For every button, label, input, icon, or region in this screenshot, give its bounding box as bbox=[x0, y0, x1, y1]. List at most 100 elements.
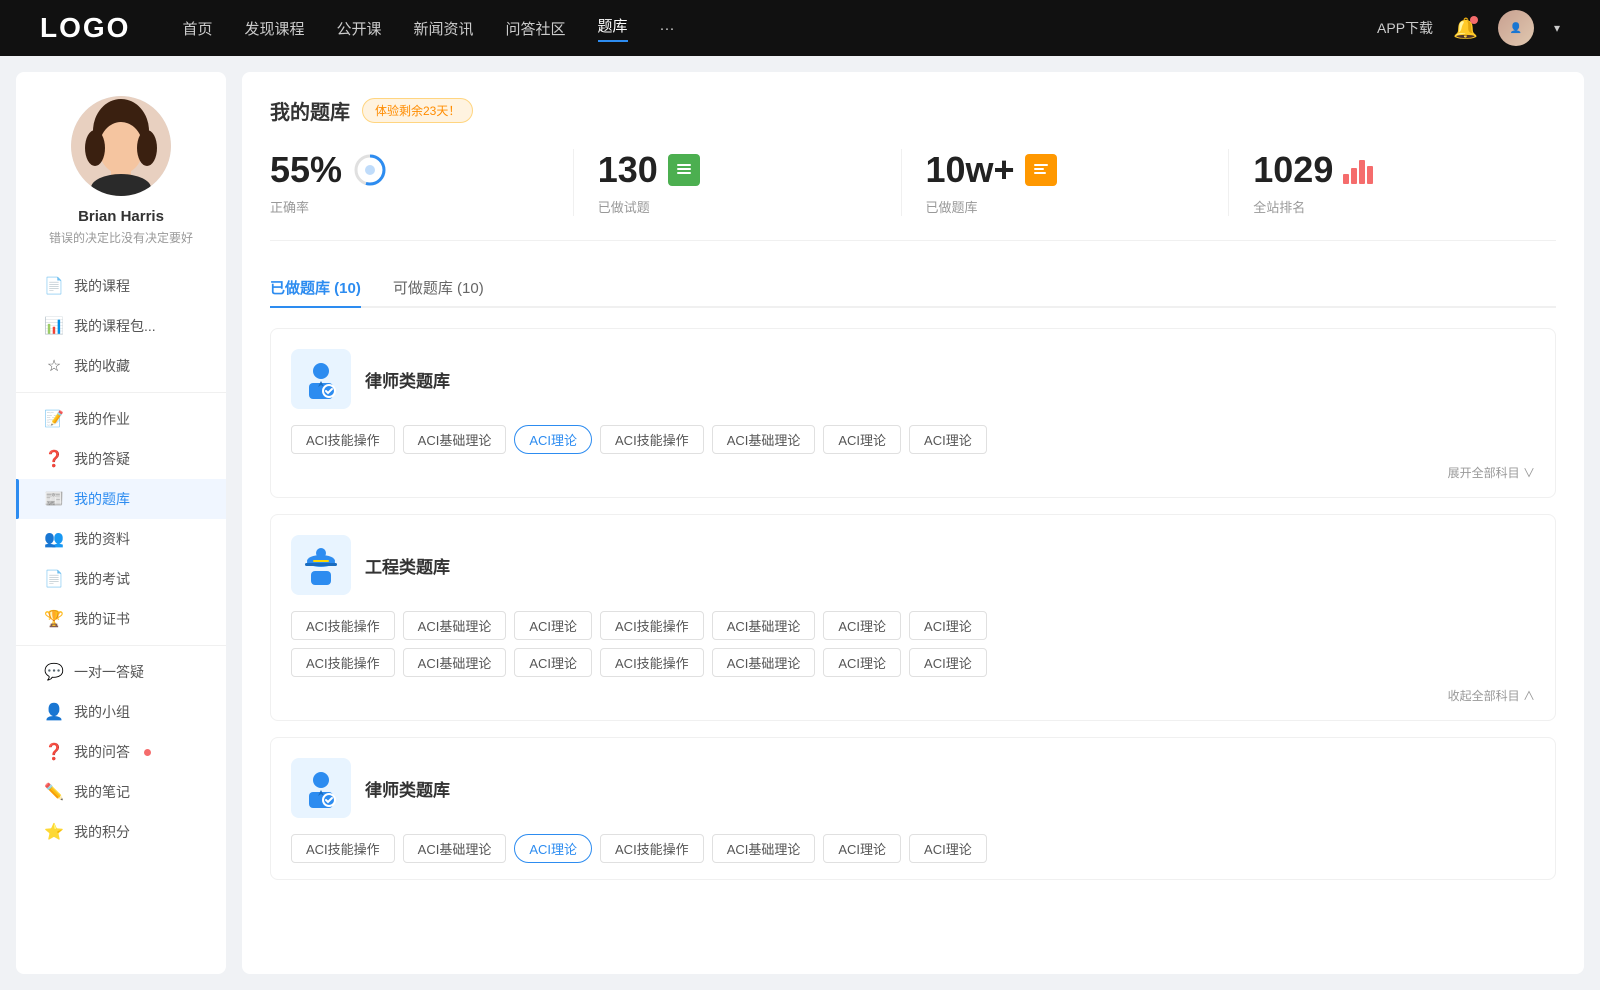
sidebar-menu: 📄 我的课程 📊 我的课程包... ☆ 我的收藏 📝 我的作业 ❓ 我的答疑 � bbox=[16, 266, 226, 852]
stat-ranking: 1029 全站排名 bbox=[1229, 149, 1556, 216]
tag-1-r2-5[interactable]: ACI理论 bbox=[823, 648, 901, 677]
qbank-title-lawyer-1: 律师类题库 bbox=[365, 367, 450, 392]
main-layout: Brian Harris 错误的决定比没有决定要好 📄 我的课程 📊 我的课程包… bbox=[0, 56, 1600, 990]
tag-2-0[interactable]: ACI技能操作 bbox=[291, 834, 395, 863]
qa-red-dot bbox=[144, 749, 151, 756]
tab-done-banks[interactable]: 已做题库 (10) bbox=[270, 269, 361, 308]
user-avatar[interactable]: 👤 bbox=[1498, 10, 1534, 46]
my-group-icon: 👤 bbox=[44, 702, 64, 722]
qbank-tags-engineer-row2: ACI技能操作 ACI基础理论 ACI理论 ACI技能操作 ACI基础理论 AC… bbox=[291, 648, 1535, 677]
stat-accuracy: 55% 正确率 bbox=[270, 149, 574, 216]
sidebar-item-my-qa[interactable]: ❓ 我的问答 bbox=[16, 732, 226, 772]
homework-icon: 📝 bbox=[44, 409, 64, 429]
stats-row: 55% 正确率 130 bbox=[270, 149, 1556, 241]
tag-1-r2-0[interactable]: ACI技能操作 bbox=[291, 648, 395, 677]
tag-1-r2-1[interactable]: ACI基础理论 bbox=[403, 648, 507, 677]
qbank-card-lawyer-1: 律师类题库 ACI技能操作 ACI基础理论 ACI理论 ACI技能操作 ACI基… bbox=[270, 328, 1556, 498]
tag-0-3[interactable]: ACI技能操作 bbox=[600, 425, 704, 454]
sidebar-item-question-bank[interactable]: 📰 我的题库 bbox=[16, 479, 226, 519]
tag-1-2[interactable]: ACI理论 bbox=[514, 611, 592, 640]
question-bank-icon: 📰 bbox=[44, 489, 64, 509]
tag-1-0[interactable]: ACI技能操作 bbox=[291, 611, 395, 640]
tag-1-4[interactable]: ACI基础理论 bbox=[712, 611, 816, 640]
tag-0-1[interactable]: ACI基础理论 bbox=[403, 425, 507, 454]
tag-1-1[interactable]: ACI基础理论 bbox=[403, 611, 507, 640]
done-questions-icon bbox=[668, 154, 700, 186]
tag-2-5[interactable]: ACI理论 bbox=[823, 834, 901, 863]
sidebar-avatar bbox=[71, 96, 171, 196]
accuracy-chart-icon bbox=[352, 152, 388, 188]
lawyer-icon-1 bbox=[291, 349, 351, 409]
my-qa-icon: ❓ bbox=[44, 742, 64, 762]
profile-icon: 👥 bbox=[44, 529, 64, 549]
tag-1-6[interactable]: ACI理论 bbox=[909, 611, 987, 640]
qbank-tags-lawyer-1: ACI技能操作 ACI基础理论 ACI理论 ACI技能操作 ACI基础理论 AC… bbox=[291, 425, 1535, 454]
one-on-one-icon: 💬 bbox=[44, 662, 64, 682]
nav-discover[interactable]: 发现课程 bbox=[244, 18, 304, 39]
stat-accuracy-value: 55% bbox=[270, 149, 342, 191]
stat-done-questions: 130 已做试题 bbox=[574, 149, 902, 216]
expand-lawyer-1[interactable]: 展开全部科目 ∨ bbox=[291, 464, 1535, 481]
qbank-tags-lawyer-2: ACI技能操作 ACI基础理论 ACI理论 ACI技能操作 ACI基础理论 AC… bbox=[291, 834, 1535, 863]
nav-news[interactable]: 新闻资讯 bbox=[414, 18, 474, 39]
sidebar-item-exam[interactable]: 📄 我的考试 bbox=[16, 559, 226, 599]
sidebar-item-points[interactable]: ⭐ 我的积分 bbox=[16, 812, 226, 852]
nav-home[interactable]: 首页 bbox=[182, 18, 212, 39]
tag-1-r2-6[interactable]: ACI理论 bbox=[909, 648, 987, 677]
lawyer-icon-2 bbox=[291, 758, 351, 818]
sidebar-item-my-group[interactable]: 👤 我的小组 bbox=[16, 692, 226, 732]
tag-2-6[interactable]: ACI理论 bbox=[909, 834, 987, 863]
nav-qa[interactable]: 问答社区 bbox=[506, 18, 566, 39]
tag-1-5[interactable]: ACI理论 bbox=[823, 611, 901, 640]
tag-2-2[interactable]: ACI理论 bbox=[514, 834, 592, 863]
sidebar-item-my-course[interactable]: 📄 我的课程 bbox=[16, 266, 226, 306]
tab-available-banks[interactable]: 可做题库 (10) bbox=[393, 269, 484, 308]
tag-1-3[interactable]: ACI技能操作 bbox=[600, 611, 704, 640]
nav-open-course[interactable]: 公开课 bbox=[336, 18, 381, 39]
ranking-icon bbox=[1343, 154, 1375, 186]
page-title: 我的题库 bbox=[270, 96, 350, 125]
qbank-title-engineer: 工程类题库 bbox=[365, 553, 450, 578]
user-menu-chevron[interactable]: ▾ bbox=[1554, 21, 1560, 35]
tag-2-4[interactable]: ACI基础理论 bbox=[712, 834, 816, 863]
tag-2-1[interactable]: ACI基础理论 bbox=[403, 834, 507, 863]
qbank-card-engineer: 工程类题库 ACI技能操作 ACI基础理论 ACI理论 ACI技能操作 ACI基… bbox=[270, 514, 1556, 721]
tag-1-r2-4[interactable]: ACI基础理论 bbox=[712, 648, 816, 677]
nav-logo: LOGO bbox=[40, 12, 130, 44]
notification-bell[interactable]: 🔔 bbox=[1453, 16, 1478, 41]
sidebar-item-notes[interactable]: ✏️ 我的笔记 bbox=[16, 772, 226, 812]
my-course-icon: 📄 bbox=[44, 276, 64, 296]
app-download-link[interactable]: APP下载 bbox=[1377, 18, 1433, 38]
stat-done-banks-value: 10w+ bbox=[926, 149, 1015, 191]
trial-badge: 体验剩余23天！ bbox=[362, 98, 473, 123]
sidebar-divider-2 bbox=[16, 645, 226, 646]
tag-0-4[interactable]: ACI基础理论 bbox=[712, 425, 816, 454]
expand-engineer[interactable]: 收起全部科目 ∧ bbox=[291, 687, 1535, 704]
sidebar-item-homework[interactable]: 📝 我的作业 bbox=[16, 399, 226, 439]
tag-0-0[interactable]: ACI技能操作 bbox=[291, 425, 395, 454]
stat-done-questions-value: 130 bbox=[598, 149, 658, 191]
tag-1-r2-3[interactable]: ACI技能操作 bbox=[600, 648, 704, 677]
exam-icon: 📄 bbox=[44, 569, 64, 589]
stat-ranking-value: 1029 bbox=[1253, 149, 1333, 191]
nav-question-bank[interactable]: 题库 bbox=[598, 15, 628, 42]
tag-0-2[interactable]: ACI理论 bbox=[514, 425, 592, 454]
tag-2-3[interactable]: ACI技能操作 bbox=[600, 834, 704, 863]
certificate-icon: 🏆 bbox=[44, 609, 64, 629]
qbank-title-lawyer-2: 律师类题库 bbox=[365, 776, 450, 801]
tag-0-6[interactable]: ACI理论 bbox=[909, 425, 987, 454]
sidebar-item-qa[interactable]: ❓ 我的答疑 bbox=[16, 439, 226, 479]
sidebar-divider-1 bbox=[16, 392, 226, 393]
tag-0-5[interactable]: ACI理论 bbox=[823, 425, 901, 454]
sidebar-item-favorites[interactable]: ☆ 我的收藏 bbox=[16, 346, 226, 386]
stat-done-questions-label: 已做试题 bbox=[598, 197, 650, 216]
stat-done-banks-label: 已做题库 bbox=[926, 197, 978, 216]
sidebar-item-course-package[interactable]: 📊 我的课程包... bbox=[16, 306, 226, 346]
navbar: LOGO 首页 发现课程 公开课 新闻资讯 问答社区 题库 ··· APP下载 … bbox=[0, 0, 1600, 56]
sidebar-item-certificate[interactable]: 🏆 我的证书 bbox=[16, 599, 226, 639]
sidebar-item-one-on-one[interactable]: 💬 一对一答疑 bbox=[16, 652, 226, 692]
tag-1-r2-2[interactable]: ACI理论 bbox=[514, 648, 592, 677]
nav-more[interactable]: ··· bbox=[660, 20, 675, 37]
qbank-card-lawyer-2: 律师类题库 ACI技能操作 ACI基础理论 ACI理论 ACI技能操作 ACI基… bbox=[270, 737, 1556, 880]
sidebar-item-profile[interactable]: 👥 我的资料 bbox=[16, 519, 226, 559]
